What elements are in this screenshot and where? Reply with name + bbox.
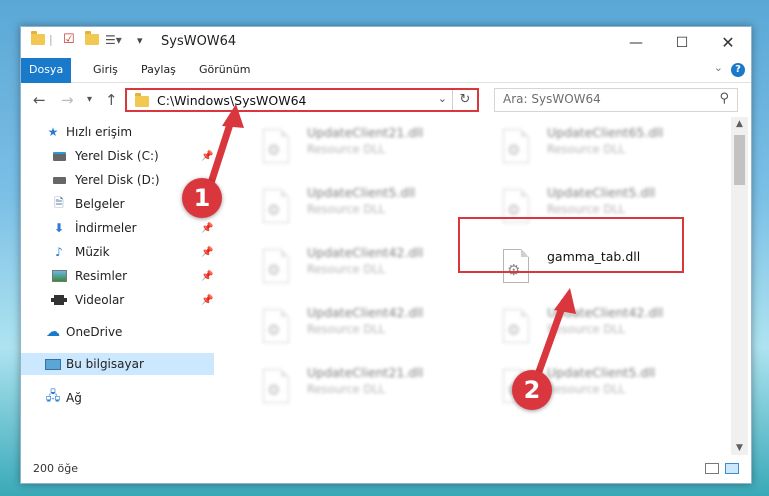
arrow-1-shaft	[206, 114, 236, 190]
step-badge-1: 1	[182, 178, 222, 218]
arrow-2-head	[554, 288, 576, 314]
arrow-2-shaft	[532, 298, 568, 384]
annotation-arrows	[206, 104, 576, 384]
arrow-1-head	[222, 104, 244, 128]
step-badge-2: 2	[512, 370, 552, 410]
